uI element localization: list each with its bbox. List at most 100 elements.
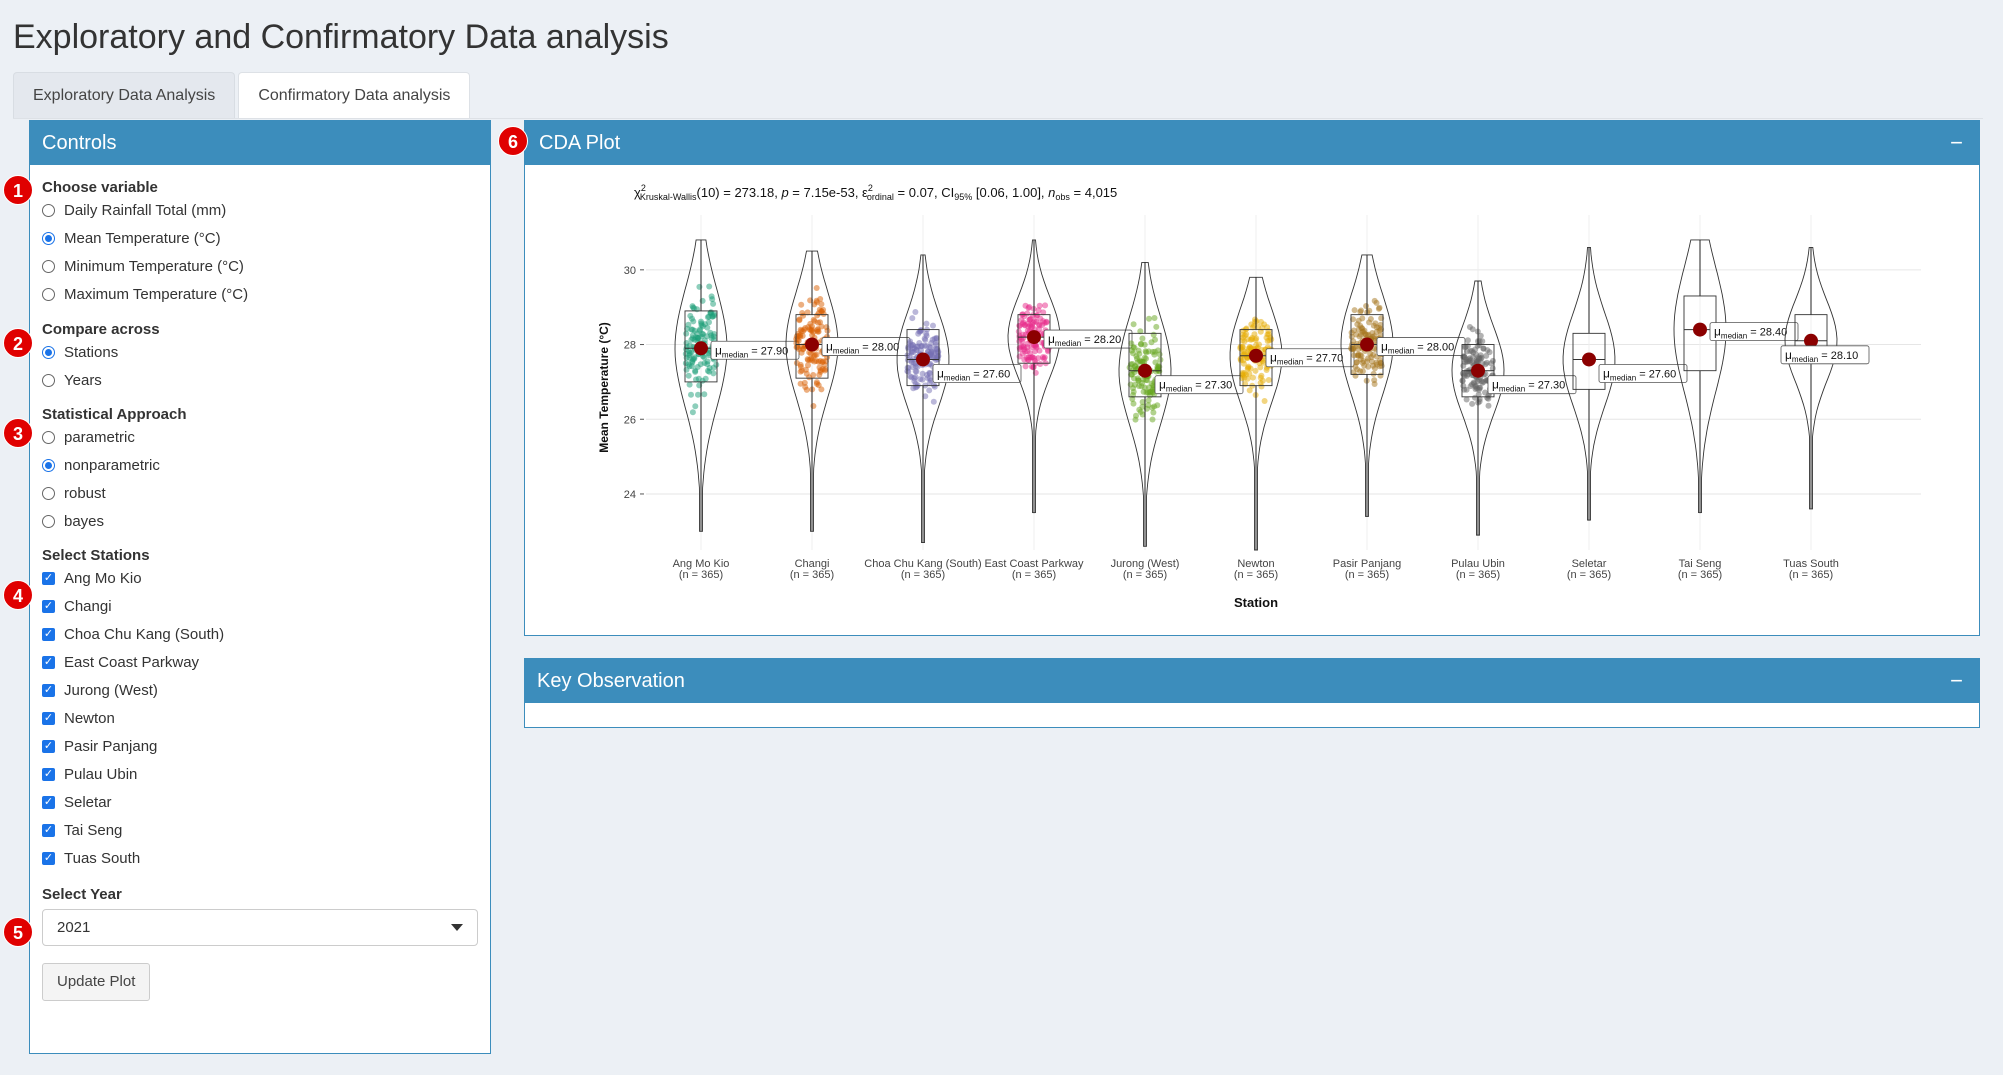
approach-option[interactable]: bayes	[42, 507, 490, 535]
checkbox[interactable]: ✓	[42, 795, 55, 809]
station-checkbox-item[interactable]: ✓ Pasir Panjang	[42, 732, 490, 760]
checkbox[interactable]: ✓	[42, 823, 55, 837]
approach-option[interactable]: robust	[42, 479, 490, 507]
checkbox[interactable]: ✓	[42, 683, 55, 697]
data-point	[689, 409, 696, 416]
station-option-label: Pulau Ubin	[64, 765, 138, 783]
year-select[interactable]: 2021	[42, 909, 478, 946]
data-point	[1367, 316, 1374, 322]
median-point	[1582, 352, 1596, 367]
station-checkbox-item[interactable]: ✓ Changi	[42, 592, 490, 620]
annotation-badge-6: 6	[498, 126, 528, 156]
x-tick-n-label: (n = 365)	[1345, 569, 1389, 581]
data-point	[1242, 381, 1249, 387]
data-point	[909, 342, 916, 348]
data-point	[1037, 361, 1044, 367]
radio-button[interactable]	[42, 458, 55, 472]
x-tick-n-label: (n = 365)	[790, 569, 834, 581]
data-point	[923, 330, 930, 337]
checkbox[interactable]: ✓	[42, 711, 55, 725]
station-checkbox-item[interactable]: ✓ Tuas South	[42, 844, 490, 872]
compare-option-label: Stations	[64, 343, 119, 361]
data-point	[1024, 348, 1031, 355]
checkbox[interactable]: ✓	[42, 571, 55, 585]
radio-button[interactable]	[42, 373, 55, 387]
data-point	[1131, 344, 1138, 351]
compare-option[interactable]: Stations	[42, 338, 490, 366]
median-point	[694, 341, 708, 356]
data-point	[1131, 375, 1137, 382]
controls-panel: Controls Choose variable Daily Rainfall …	[29, 120, 491, 1054]
compare-option[interactable]: Years	[42, 366, 490, 394]
radio-button[interactable]	[42, 259, 55, 273]
key-collapse-button[interactable]: −	[1950, 659, 1963, 703]
station-option-label: Ang Mo Kio	[64, 569, 142, 587]
station-checkbox-item[interactable]: ✓ Tai Seng	[42, 816, 490, 844]
cda-collapse-button[interactable]: −	[1950, 121, 1963, 165]
station-option-label: Changi	[64, 597, 112, 615]
approach-option[interactable]: parametric	[42, 423, 490, 451]
station-checkbox-item[interactable]: ✓ Pulau Ubin	[42, 760, 490, 788]
data-point	[1484, 347, 1491, 354]
checkbox[interactable]: ✓	[42, 599, 55, 613]
data-point	[1354, 321, 1361, 328]
approach-option[interactable]: nonparametric	[42, 451, 490, 479]
variable-option[interactable]: Mean Temperature (°C)	[42, 224, 490, 252]
data-point	[691, 305, 698, 312]
radio-button[interactable]	[42, 231, 55, 245]
data-point	[1022, 363, 1029, 370]
data-point	[1136, 406, 1143, 413]
station-checkbox-item[interactable]: ✓ Choa Chu Kang (South)	[42, 620, 490, 648]
data-point	[820, 358, 827, 365]
station-checkbox-item[interactable]: ✓ East Coast Parkway	[42, 648, 490, 676]
radio-button[interactable]	[42, 486, 55, 500]
station-checkbox-item[interactable]: ✓ Seletar	[42, 788, 490, 816]
checkbox[interactable]: ✓	[42, 655, 55, 669]
data-point	[1032, 348, 1038, 355]
variable-option[interactable]: Minimum Temperature (°C)	[42, 252, 490, 280]
station-checkbox-item[interactable]: ✓ Jurong (West)	[42, 676, 490, 704]
data-point	[1370, 370, 1377, 377]
station-checkbox-item[interactable]: ✓ Newton	[42, 704, 490, 732]
data-point	[818, 386, 825, 393]
data-point	[691, 355, 698, 362]
x-tick-n-label: (n = 365)	[679, 569, 723, 581]
data-point	[1466, 324, 1473, 330]
key-observation-title: Key Observation	[537, 670, 685, 692]
tab-exploratory[interactable]: Exploratory Data Analysis	[13, 72, 236, 118]
radio-button[interactable]	[42, 203, 55, 217]
variable-option[interactable]: Maximum Temperature (°C)	[42, 280, 490, 308]
radio-button[interactable]	[42, 514, 55, 528]
data-point	[807, 350, 814, 357]
radio-button[interactable]	[42, 287, 55, 301]
data-point	[1483, 359, 1490, 366]
tab-confirmatory[interactable]: Confirmatory Data analysis	[238, 72, 471, 118]
data-point	[1237, 355, 1244, 362]
update-plot-button[interactable]: Update Plot	[42, 963, 151, 1001]
variable-option-label: Mean Temperature (°C)	[64, 229, 221, 247]
radio-button[interactable]	[42, 345, 55, 359]
data-point	[692, 403, 699, 410]
data-point	[803, 386, 810, 393]
data-point	[1157, 356, 1164, 363]
checkbox[interactable]: ✓	[42, 851, 55, 865]
x-tick-n-label: (n = 365)	[1456, 569, 1500, 581]
radio-button[interactable]	[42, 430, 55, 444]
data-point	[930, 322, 936, 329]
variable-option-label: Maximum Temperature (°C)	[64, 285, 249, 303]
variable-option[interactable]: Daily Rainfall Total (mm)	[42, 196, 490, 224]
data-point	[907, 373, 914, 380]
median-point	[1360, 337, 1374, 352]
data-point	[910, 385, 917, 392]
data-point	[688, 391, 694, 398]
station-checkbox-item[interactable]: ✓ Ang Mo Kio	[42, 564, 490, 592]
checkbox[interactable]: ✓	[42, 627, 55, 641]
data-point	[1370, 351, 1377, 358]
approach-option-label: nonparametric	[64, 456, 160, 474]
data-point	[793, 344, 800, 351]
checkbox[interactable]: ✓	[42, 767, 55, 781]
data-point	[704, 314, 711, 321]
annotation-badge-4: 4	[3, 580, 33, 610]
x-tick-n-label: (n = 365)	[1567, 569, 1611, 581]
checkbox[interactable]: ✓	[42, 739, 55, 753]
